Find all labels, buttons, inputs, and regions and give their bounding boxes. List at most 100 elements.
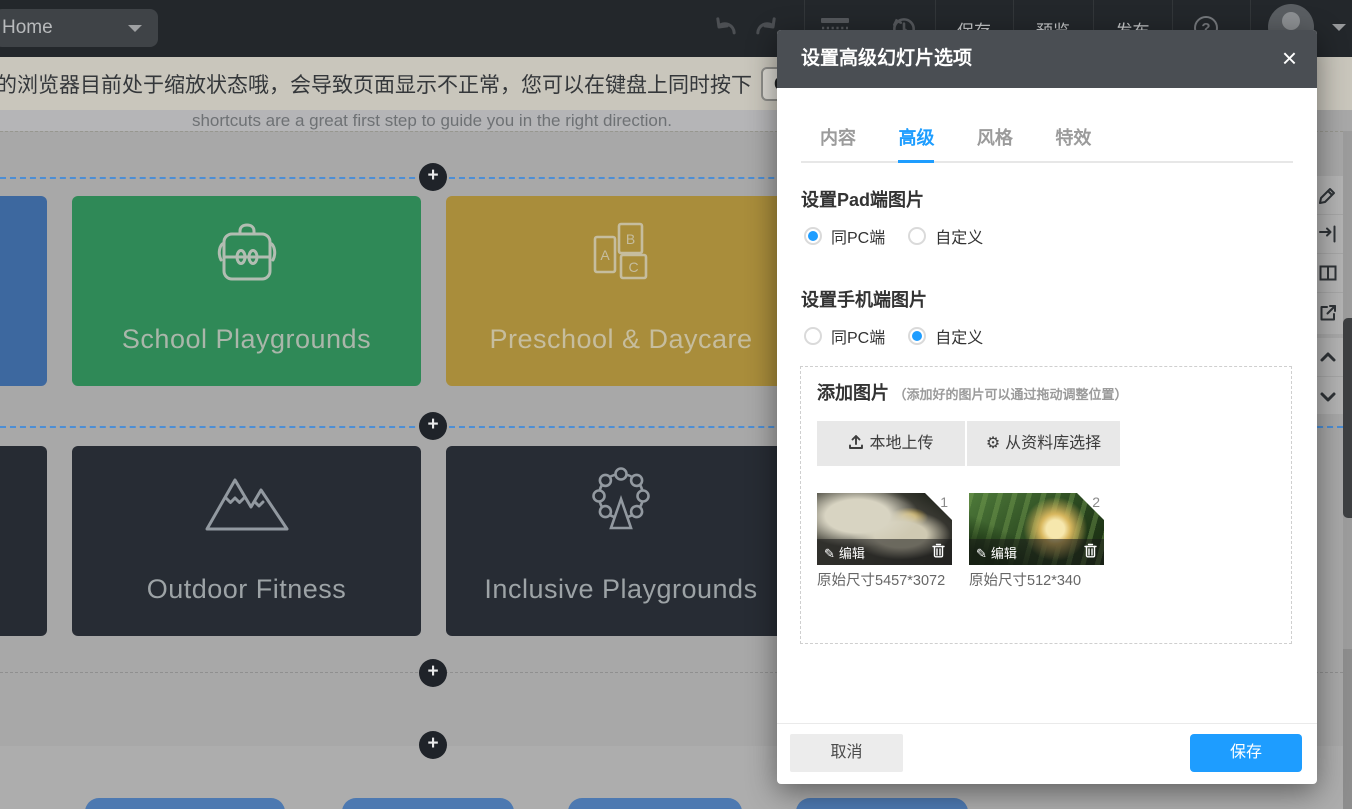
radio-unchecked-icon[interactable] bbox=[804, 327, 822, 345]
tile-label: School Playgrounds bbox=[122, 324, 371, 355]
pill-button-partial[interactable] bbox=[85, 798, 285, 809]
tab-style[interactable]: 风格 bbox=[977, 124, 1013, 160]
hint-strip-text: shortcuts are a great first step to guid… bbox=[0, 110, 864, 131]
tile-label: Inclusive Playgrounds bbox=[484, 574, 757, 605]
image-order-number: 1 bbox=[940, 494, 948, 510]
pad-custom-option[interactable]: 自定义 bbox=[908, 224, 983, 248]
add-images-buttons: 本地上传 ⚙ 从资料库选择 bbox=[817, 421, 1275, 466]
upload-label: 本地上传 bbox=[869, 435, 933, 452]
local-upload-button[interactable]: 本地上传 bbox=[817, 421, 965, 466]
radio-checked-icon[interactable] bbox=[804, 227, 822, 245]
edit-image-button[interactable]: ✎ 编辑 bbox=[976, 543, 1084, 562]
slideshow-options-modal: 设置高级幻灯片选项 × 内容 高级 风格 特效 设置Pad端图片 同PC端 自定… bbox=[777, 30, 1317, 784]
image-thumbnail-1[interactable]: 1 ✎ 编辑 bbox=[817, 493, 952, 565]
editor-screen: Home 保存 预览 发布 ? 的浏览器目前处于缩放状态哦，会导致页面显示不正常… bbox=[0, 0, 1352, 809]
image-original-size: 原始尺寸5457*3072 bbox=[817, 569, 957, 590]
image-thumbnails: 1 ✎ 编辑 原始尺寸5457*3072 2 ✎ 编辑 bbox=[817, 493, 1275, 590]
schoolbag-icon bbox=[207, 216, 287, 288]
pad-image-options: 同PC端 自定义 bbox=[804, 224, 1293, 248]
add-section-button[interactable]: + bbox=[419, 731, 447, 759]
notice-text: 的浏览器目前处于缩放状态哦，会导致页面显示不正常，您可以在键盘上同时按下 bbox=[0, 69, 752, 99]
chevron-down-icon bbox=[128, 25, 142, 39]
radio-checked-icon[interactable] bbox=[908, 327, 926, 345]
add-section-button[interactable]: + bbox=[419, 163, 447, 191]
radio-label: 同PC端 bbox=[831, 324, 885, 348]
modal-header: 设置高级幻灯片选项 × bbox=[777, 30, 1317, 88]
image-order-number: 2 bbox=[1092, 494, 1100, 510]
gear-icon: ⚙ bbox=[986, 435, 1000, 452]
close-icon[interactable]: × bbox=[1282, 44, 1297, 72]
plus-icon: + bbox=[427, 414, 438, 435]
add-section-button[interactable]: + bbox=[419, 659, 447, 687]
pad-same-as-pc-option[interactable]: 同PC端 bbox=[804, 224, 885, 248]
tile-outdoor-fitness[interactable]: Outdoor Fitness bbox=[72, 446, 421, 636]
trash-icon bbox=[1084, 543, 1097, 558]
add-section-button[interactable]: + bbox=[419, 412, 447, 440]
add-images-box: 添加图片 （添加好的图片可以通过拖动调整位置） 本地上传 ⚙ 从资料库选择 1 ✎… bbox=[800, 366, 1292, 644]
scrollbar-thumb[interactable] bbox=[1343, 318, 1352, 518]
svg-text:C: C bbox=[628, 259, 638, 275]
edit-label: 编辑 bbox=[839, 546, 865, 561]
tab-advanced[interactable]: 高级 bbox=[898, 124, 934, 163]
page-selector-dropdown[interactable]: Home bbox=[0, 9, 158, 47]
account-chevron-down-icon[interactable] bbox=[1332, 24, 1346, 38]
radio-label: 自定义 bbox=[935, 324, 983, 348]
choose-from-library-button[interactable]: ⚙ 从资料库选择 bbox=[967, 421, 1120, 466]
tile-label: Preschool & Daycare bbox=[489, 324, 752, 355]
ferris-wheel-icon bbox=[584, 466, 658, 538]
modal-footer: 取消 保存 bbox=[777, 723, 1317, 784]
edit-label: 编辑 bbox=[991, 546, 1017, 561]
cancel-button[interactable]: 取消 bbox=[790, 734, 903, 772]
modal-title: 设置高级幻灯片选项 bbox=[801, 30, 972, 88]
mountains-icon bbox=[201, 466, 293, 538]
tile-preschool-daycare[interactable]: A B C Preschool & Daycare bbox=[446, 196, 796, 386]
modal-tabs: 内容 高级 风格 特效 bbox=[801, 124, 1293, 163]
plus-icon: + bbox=[427, 165, 438, 186]
delete-image-button[interactable] bbox=[932, 543, 945, 561]
pill-button-partial[interactable] bbox=[796, 798, 968, 809]
thumbnail-toolbar: ✎ 编辑 bbox=[817, 539, 952, 565]
tile-label: Outdoor Fitness bbox=[147, 574, 347, 605]
image-item-2: 2 ✎ 编辑 原始尺寸512*340 bbox=[969, 493, 1109, 590]
mobile-same-as-pc-option[interactable]: 同PC端 bbox=[804, 324, 885, 348]
add-images-title: 添加图片 bbox=[817, 383, 889, 403]
redo-icon[interactable] bbox=[752, 14, 780, 45]
page-selector-label: Home bbox=[2, 17, 53, 38]
mobile-custom-option[interactable]: 自定义 bbox=[908, 324, 983, 348]
library-label: 从资料库选择 bbox=[1005, 435, 1101, 452]
plus-icon: + bbox=[427, 733, 438, 754]
thumbnail-toolbar: ✎ 编辑 bbox=[969, 539, 1104, 565]
pencil-icon: ✎ bbox=[976, 546, 987, 561]
svg-text:B: B bbox=[626, 231, 635, 247]
mobile-image-options: 同PC端 自定义 bbox=[804, 324, 1293, 348]
image-original-size: 原始尺寸512*340 bbox=[969, 569, 1109, 590]
add-images-note: （添加好的图片可以通过拖动调整位置） bbox=[893, 387, 1127, 402]
tile-partial-left[interactable] bbox=[0, 196, 47, 386]
pill-button-partial[interactable] bbox=[342, 798, 514, 809]
radio-unchecked-icon[interactable] bbox=[908, 227, 926, 245]
image-item-1: 1 ✎ 编辑 原始尺寸5457*3072 bbox=[817, 493, 957, 590]
svg-text:A: A bbox=[600, 247, 610, 263]
save-button[interactable]: 保存 bbox=[1190, 734, 1302, 772]
undo-icon[interactable] bbox=[712, 14, 740, 45]
image-thumbnail-2[interactable]: 2 ✎ 编辑 bbox=[969, 493, 1104, 565]
tile-inclusive-playgrounds[interactable]: Inclusive Playgrounds bbox=[446, 446, 796, 636]
tile-school-playgrounds[interactable]: School Playgrounds bbox=[72, 196, 421, 386]
tab-content[interactable]: 内容 bbox=[820, 124, 856, 160]
upload-icon bbox=[848, 434, 864, 450]
tile-partial-left[interactable] bbox=[0, 446, 47, 636]
pencil-icon: ✎ bbox=[824, 546, 835, 561]
scrollbar-track-lower bbox=[1343, 649, 1352, 809]
pill-button-partial[interactable] bbox=[568, 798, 742, 809]
abc-blocks-icon: A B C bbox=[588, 216, 654, 288]
trash-icon bbox=[932, 543, 945, 558]
plus-icon: + bbox=[427, 661, 438, 682]
radio-label: 同PC端 bbox=[831, 224, 885, 248]
mobile-section-title: 设置手机端图片 bbox=[801, 286, 1293, 312]
delete-image-button[interactable] bbox=[1084, 543, 1097, 561]
pad-section-title: 设置Pad端图片 bbox=[801, 186, 1293, 212]
scrollbar-track[interactable] bbox=[1343, 131, 1352, 809]
edit-image-button[interactable]: ✎ 编辑 bbox=[824, 543, 932, 562]
tab-effects[interactable]: 特效 bbox=[1055, 124, 1091, 160]
radio-label: 自定义 bbox=[935, 224, 983, 248]
